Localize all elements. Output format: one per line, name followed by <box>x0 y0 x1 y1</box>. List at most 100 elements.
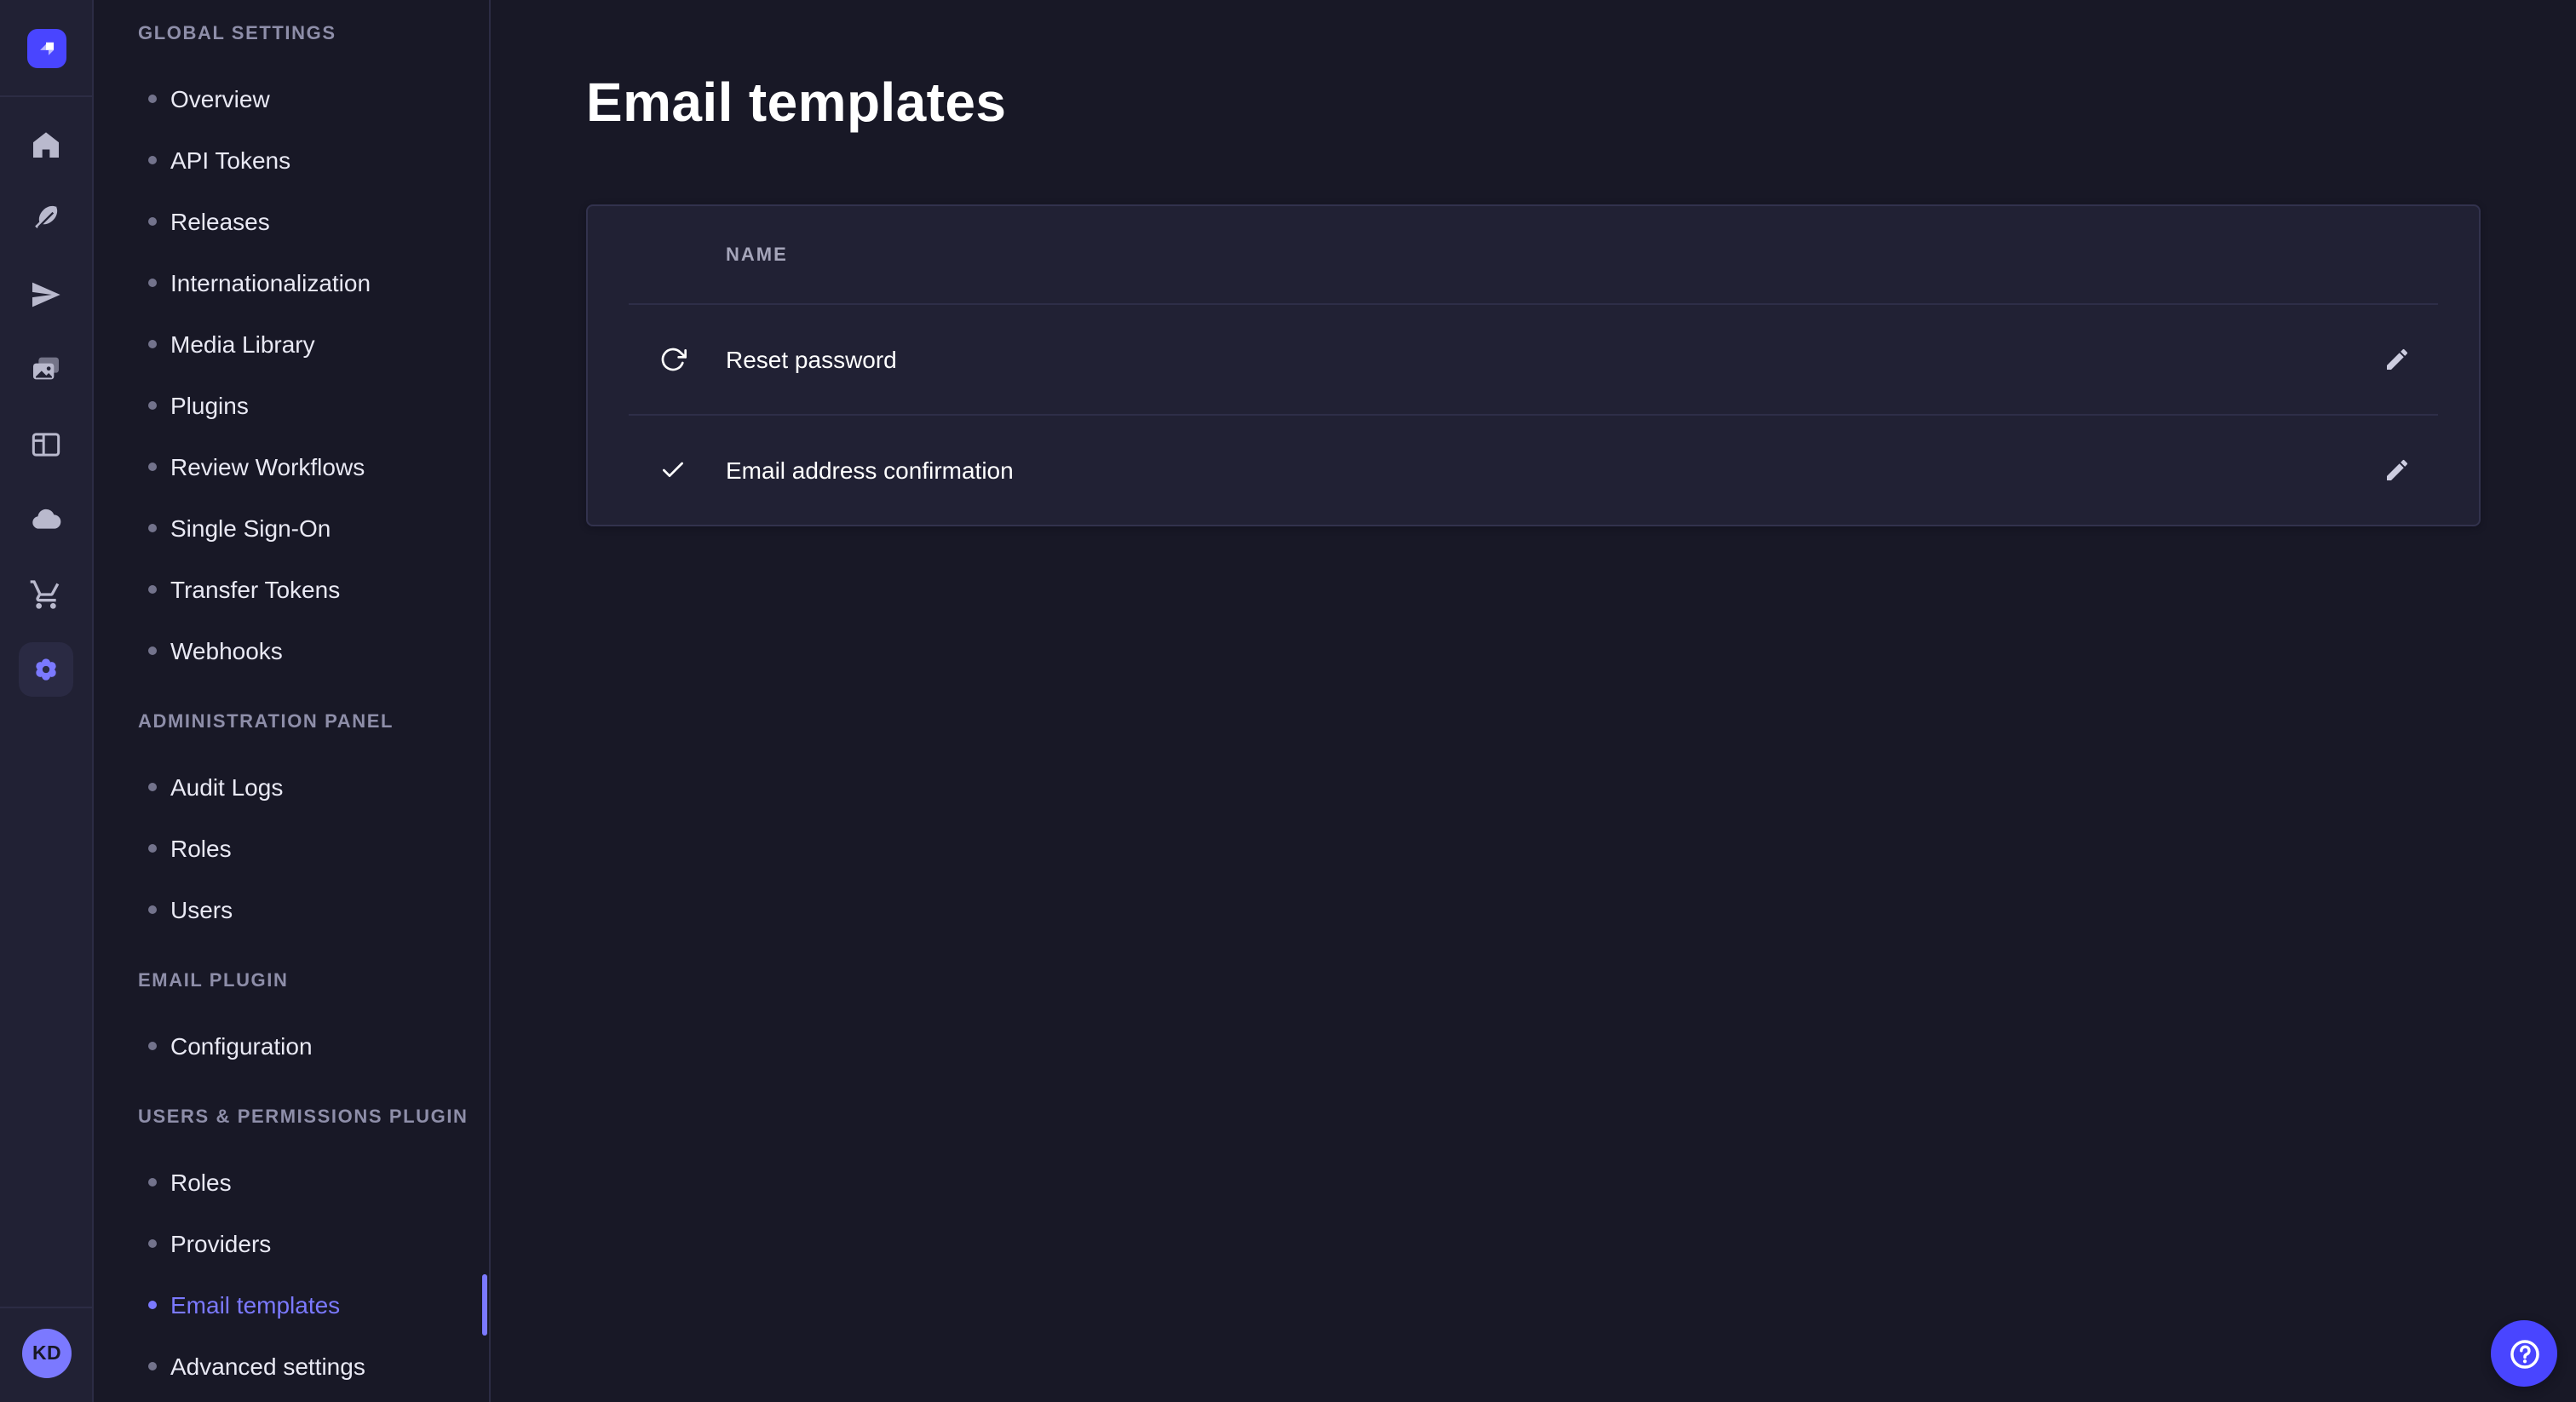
rail-item-home[interactable] <box>19 118 73 172</box>
subnav-item-label: Single Sign-On <box>170 514 331 542</box>
subnav-item-plugins[interactable]: Plugins <box>94 375 489 436</box>
subnav-item-label: Providers <box>170 1230 271 1257</box>
bullet-icon <box>148 1301 157 1309</box>
table-row-reset-password[interactable]: Reset password <box>588 305 2479 414</box>
bullet-icon <box>148 585 157 594</box>
table-row-email-address-confirmation[interactable]: Email address confirmation <box>588 416 2479 525</box>
edit-template-button[interactable] <box>2370 332 2424 387</box>
subnav-item-internationalization[interactable]: Internationalization <box>94 252 489 313</box>
edit-template-button[interactable] <box>2370 443 2424 497</box>
content-manager-icon <box>29 428 63 462</box>
subnav-item-providers[interactable]: Providers <box>94 1213 489 1274</box>
subnav-item-label: Internationalization <box>170 269 371 296</box>
subnav-section-label: EMAIL PLUGIN <box>138 968 489 995</box>
subnav-item-email-templates[interactable]: Email templates <box>94 1274 489 1336</box>
subnav-section-label: GLOBAL SETTINGS <box>138 20 489 48</box>
bullet-icon <box>148 1178 157 1187</box>
subnav-item-configuration[interactable]: Configuration <box>94 1015 489 1077</box>
subnav-item-label: Roles <box>170 1169 232 1196</box>
cloud-icon <box>29 503 63 537</box>
subnav-item-webhooks[interactable]: Webhooks <box>94 620 489 681</box>
subnav-item-label: Email templates <box>170 1291 340 1319</box>
rail-item-media-library[interactable] <box>19 342 73 397</box>
bullet-icon <box>148 844 157 853</box>
bullet-icon <box>148 95 157 103</box>
user-avatar[interactable]: KD <box>22 1329 72 1378</box>
subnav-section-global-settings: GLOBAL SETTINGS Overview API Tokens Release… <box>94 20 489 681</box>
bullet-icon <box>148 1239 157 1248</box>
table-header-row: NAME <box>588 206 2479 303</box>
name-column-header: NAME <box>726 244 788 265</box>
help-button[interactable] <box>2491 1320 2557 1387</box>
bullet-icon <box>148 401 157 410</box>
settings-subnav-list: GLOBAL SETTINGS Overview API Tokens Release… <box>94 0 489 1397</box>
subnav-item-label: Advanced settings <box>170 1353 365 1380</box>
rail-item-cloud[interactable] <box>19 492 73 547</box>
bullet-icon <box>148 646 157 655</box>
subnav-item-label: Overview <box>170 85 270 112</box>
page-title: Email templates <box>586 68 2481 136</box>
bullet-icon <box>148 463 157 471</box>
settings-subnav: GLOBAL SETTINGS Overview API Tokens Release… <box>94 0 491 1402</box>
rail-item-settings-cog[interactable] <box>19 642 73 697</box>
subnav-item-label: Media Library <box>170 330 315 358</box>
main-nav <box>0 118 92 697</box>
bullet-icon <box>148 156 157 164</box>
subnav-item-label: Webhooks <box>170 637 283 664</box>
subnav-item-label: Review Workflows <box>170 453 365 480</box>
feather-icon <box>29 203 63 237</box>
bullet-icon <box>148 340 157 348</box>
app-window: KD GLOBAL SETTINGS Overview API Tokens Rele… <box>0 0 2576 1402</box>
subnav-item-releases[interactable]: Releases <box>94 191 489 252</box>
subnav-item-label: Roles <box>170 835 232 862</box>
rail-item-paper-plane[interactable] <box>19 267 73 322</box>
refresh-icon <box>659 346 687 373</box>
paper-plane-icon <box>29 278 63 312</box>
subnav-item-roles[interactable]: Roles <box>94 818 489 879</box>
subnav-item-audit-logs[interactable]: Audit Logs <box>94 756 489 818</box>
settings-cog-icon <box>29 652 63 687</box>
question-mark-icon <box>2505 1335 2543 1372</box>
pencil-icon <box>2383 346 2411 373</box>
subnav-item-overview[interactable]: Overview <box>94 68 489 129</box>
template-name: Email address confirmation <box>726 457 1014 484</box>
home-icon <box>29 128 63 162</box>
bullet-icon <box>148 1362 157 1370</box>
subnav-item-label: Configuration <box>170 1032 313 1060</box>
subnav-item-users[interactable]: Users <box>94 879 489 940</box>
bullet-icon <box>148 279 157 287</box>
rail-divider <box>0 95 92 97</box>
subnav-section-administration-panel: ADMINISTRATION PANEL Audit Logs Roles Users <box>94 709 489 940</box>
bullet-icon <box>148 1042 157 1050</box>
bullet-icon <box>148 217 157 226</box>
subnav-item-roles[interactable]: Roles <box>94 1152 489 1213</box>
rail-item-content-manager[interactable] <box>19 417 73 472</box>
subnav-item-review-workflows[interactable]: Review Workflows <box>94 436 489 497</box>
rail-item-feather[interactable] <box>19 192 73 247</box>
strapi-logo-icon <box>32 34 61 63</box>
subnav-item-label: Releases <box>170 208 270 235</box>
strapi-logo[interactable] <box>27 29 66 68</box>
bullet-icon <box>148 905 157 914</box>
bullet-icon <box>148 524 157 532</box>
active-item-indicator <box>482 1274 487 1336</box>
rail-divider-bottom <box>0 1307 92 1308</box>
subnav-item-advanced-settings[interactable]: Advanced settings <box>94 1336 489 1397</box>
rail-item-marketplace-cart[interactable] <box>19 567 73 622</box>
subnav-section-users-permissions-plugin: USERS & PERMISSIONS PLUGIN Roles Providers… <box>94 1104 489 1397</box>
check-icon <box>659 457 687 484</box>
template-name: Reset password <box>726 346 897 373</box>
subnav-item-media-library[interactable]: Media Library <box>94 313 489 375</box>
subnav-item-label: Users <box>170 896 233 923</box>
content-area: Email templates NAME Reset password Email… <box>491 0 2576 1402</box>
table-body: Reset password Email address confirmation <box>588 303 2479 525</box>
subnav-item-single-sign-on[interactable]: Single Sign-On <box>94 497 489 559</box>
subnav-item-api-tokens[interactable]: API Tokens <box>94 129 489 191</box>
pencil-icon <box>2383 457 2411 484</box>
marketplace-cart-icon <box>29 577 63 612</box>
subnav-item-transfer-tokens[interactable]: Transfer Tokens <box>94 559 489 620</box>
media-library-icon <box>29 353 63 387</box>
subnav-section-label: USERS & PERMISSIONS PLUGIN <box>138 1104 489 1131</box>
subnav-item-label: Audit Logs <box>170 773 283 801</box>
subnav-section-label: ADMINISTRATION PANEL <box>138 709 489 736</box>
